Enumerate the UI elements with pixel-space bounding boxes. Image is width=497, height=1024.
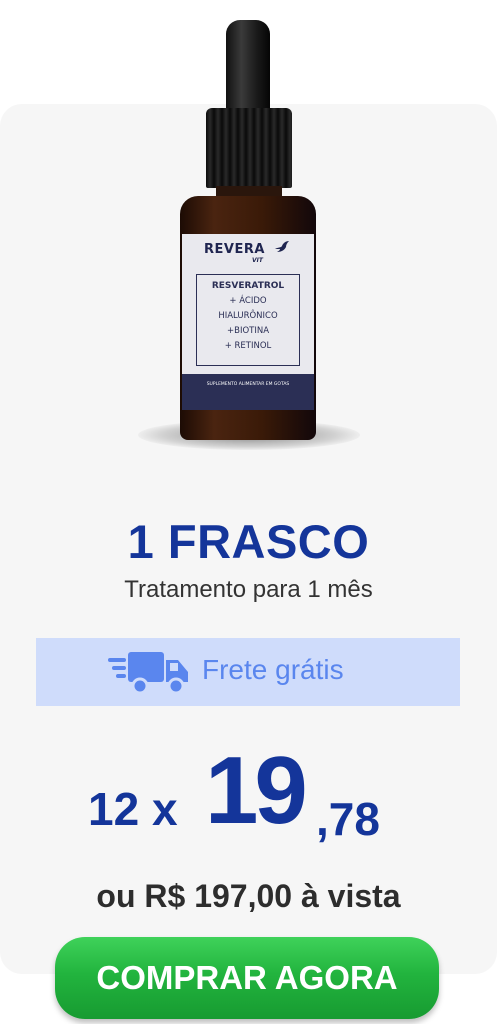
dropper-cap — [206, 108, 292, 188]
ingredient-item: HIALURÔNICO — [218, 311, 278, 321]
ingredient-main: RESVERATROL — [211, 281, 285, 291]
cash-price: ou R$ 197,00 à vista — [96, 878, 401, 914]
brand-sub: VIT — [252, 257, 263, 264]
product-image: REVERA VIT RESVERATROL + ÁCIDO HIALURÔNI… — [0, 0, 497, 470]
ingredient-item: +BIOTINA — [226, 326, 270, 336]
offer-title: 1 FRASCO — [127, 515, 370, 568]
buy-now-button[interactable]: COMPRAR AGORA — [55, 937, 439, 1019]
label-band: SUPLEMENTO ALIMENTAR EM GOTAS — [182, 374, 314, 410]
ingredient-item: + ÁCIDO — [229, 296, 267, 306]
dropper-bulb — [226, 20, 270, 112]
free-shipping-banner: Frete grátis — [36, 638, 460, 706]
ingredient-box: RESVERATROL + ÁCIDO HIALURÔNICO +BIOTINA… — [196, 274, 300, 366]
bird-logo-icon — [275, 241, 289, 252]
installments-count: 12 x — [88, 783, 178, 835]
price-integer: 19 — [205, 737, 308, 844]
brand-name: REVERA — [204, 242, 265, 257]
delivery-truck-icon — [108, 652, 188, 695]
supplement-text: SUPLEMENTO ALIMENTAR EM GOTAS — [206, 382, 290, 387]
bottle-label: REVERA VIT RESVERATROL + ÁCIDO HIALURÔNI… — [182, 234, 314, 410]
offer-subtitle: Tratamento para 1 mês — [124, 576, 373, 603]
free-shipping-label: Frete grátis — [202, 654, 344, 685]
ingredient-item: + RETINOL — [224, 341, 272, 351]
price-decimal: ,78 — [316, 793, 380, 845]
